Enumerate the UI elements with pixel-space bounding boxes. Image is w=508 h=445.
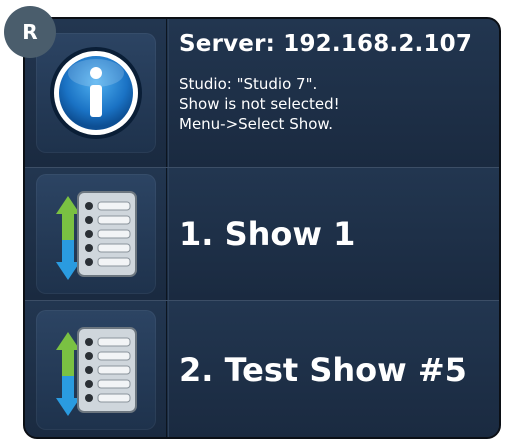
- studio-line: Studio: "Studio 7".: [179, 75, 318, 93]
- show-text-cell: 2. Test Show #5: [168, 301, 499, 437]
- show-text-cell: 1. Show 1: [168, 168, 499, 300]
- show-icon-cell: [25, 301, 167, 437]
- server-info-text: Server: 192.168.2.107 Studio: "Studio 7"…: [168, 19, 499, 167]
- show-status-line: Show is not selected!: [179, 95, 340, 113]
- menu-hint-line: Menu->Select Show.: [179, 115, 334, 133]
- show-list-icon: [35, 310, 156, 430]
- badge: R: [4, 6, 56, 58]
- show-list-icon: [35, 174, 156, 294]
- server-title: Server: 192.168.2.107: [179, 31, 473, 57]
- show-item-2[interactable]: 2. Test Show #5: [25, 300, 499, 437]
- show-item-1[interactable]: 1. Show 1: [25, 167, 499, 300]
- show-label: 1. Show 1: [179, 215, 356, 253]
- info-icon: [35, 33, 156, 153]
- show-label: 2. Test Show #5: [179, 351, 467, 389]
- show-icon-cell: [25, 168, 167, 300]
- server-status-lines: Studio: "Studio 7". Show is not selected…: [179, 74, 340, 134]
- server-info-row: Server: 192.168.2.107 Studio: "Studio 7"…: [25, 19, 499, 167]
- server-screen: Server: 192.168.2.107 Studio: "Studio 7"…: [23, 17, 501, 439]
